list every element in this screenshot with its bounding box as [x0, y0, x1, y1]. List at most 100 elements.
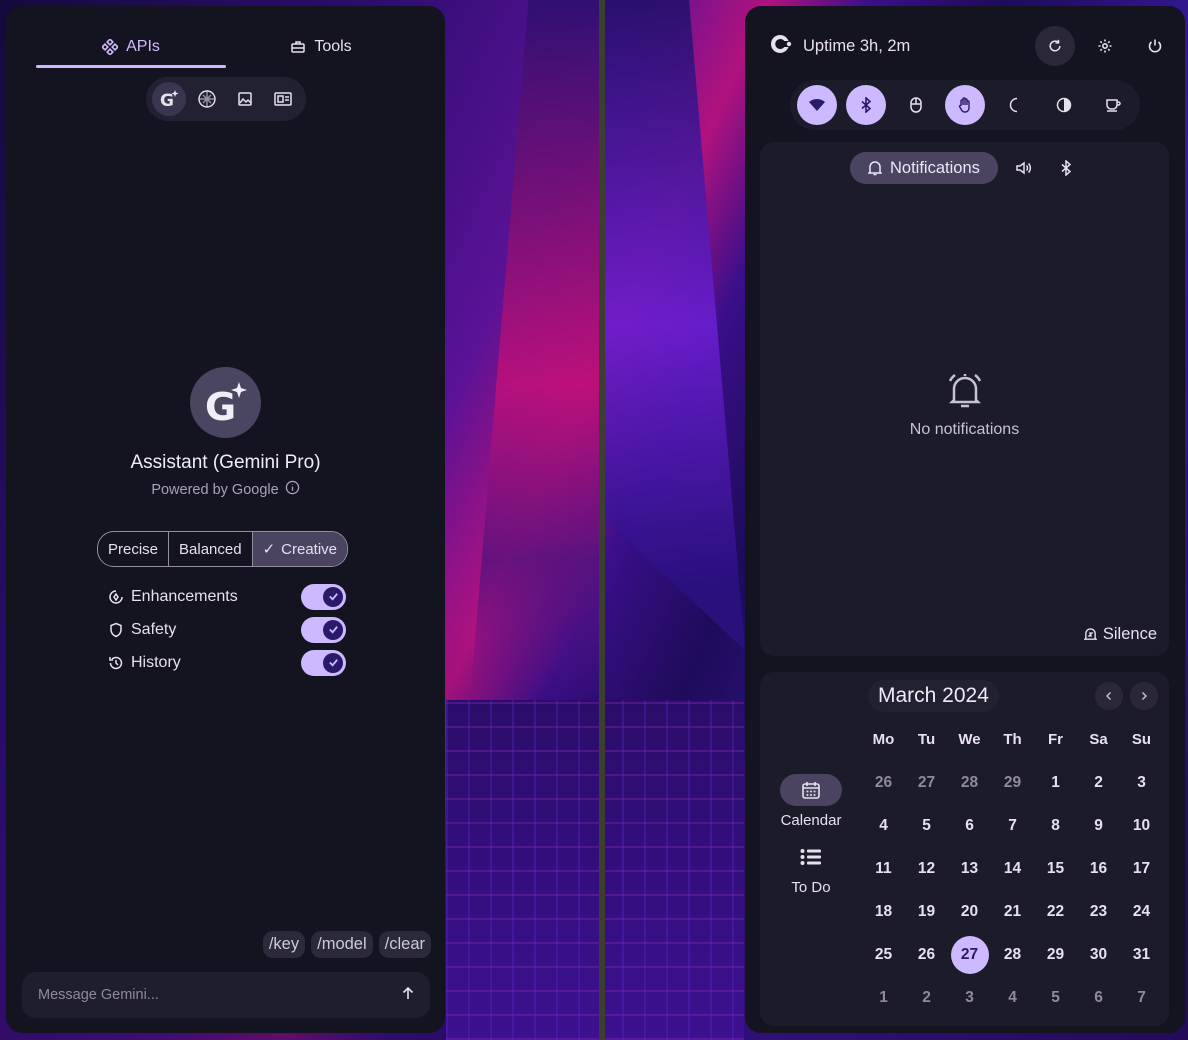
safety-toggle[interactable] — [301, 616, 346, 643]
calendar-day[interactable]: 15 — [1034, 847, 1077, 890]
calendar-day[interactable]: 7 — [1120, 976, 1163, 1019]
api-gemini-button[interactable]: G — [152, 82, 186, 116]
api-waifu-button[interactable] — [266, 82, 300, 116]
send-icon[interactable] — [400, 985, 416, 1006]
calendar-day[interactable]: 21 — [991, 890, 1034, 933]
calendar-day[interactable]: 20 — [948, 890, 991, 933]
calendar-day[interactable]: 5 — [1034, 976, 1077, 1019]
reload-button[interactable] — [1035, 26, 1075, 66]
calendar-day[interactable]: 22 — [1034, 890, 1077, 933]
silence-button[interactable]: Silence — [1083, 625, 1157, 644]
wifi-toggle[interactable] — [796, 85, 837, 125]
wifi-icon — [808, 98, 825, 111]
calendar-day[interactable]: 18 — [862, 890, 905, 933]
silence-label: Silence — [1102, 625, 1157, 643]
calendar-day[interactable]: 13 — [948, 847, 991, 890]
mode-creative-label: Creative — [281, 540, 338, 558]
calendar-day[interactable]: 6 — [1077, 976, 1120, 1019]
assistant-options: Enhancements Safety History — [108, 580, 346, 679]
weekday-header: Mo — [872, 731, 895, 748]
calendar-day[interactable]: 31 — [1120, 933, 1163, 976]
prev-month-button[interactable] — [1095, 682, 1123, 710]
calendar-day[interactable]: 11 — [862, 847, 905, 890]
settings-button[interactable] — [1085, 26, 1125, 66]
command-model-button[interactable]: /model — [311, 931, 373, 958]
bluetooth-toggle[interactable] — [846, 85, 887, 125]
tab-tools-label: Tools — [314, 38, 352, 55]
next-month-button[interactable] — [1130, 682, 1158, 710]
temperature-selector: Precise Balanced ✓ Creative — [97, 531, 349, 567]
uptime-text: Uptime 3h, 2m — [803, 36, 911, 55]
calendar-day[interactable]: 1 — [1034, 761, 1077, 804]
option-safety-label: Safety — [131, 620, 177, 638]
uptime: Uptime 3h, 2m — [767, 33, 1025, 60]
calendar-icon — [802, 782, 820, 799]
calendar-day[interactable]: 6 — [948, 804, 991, 847]
mode-creative-button[interactable]: ✓ Creative — [252, 532, 348, 566]
notifications-card: Notifications No notifications Silence — [760, 142, 1169, 656]
tab-notifications-label: Notifications — [890, 158, 980, 177]
calendar-day[interactable]: 30 — [1077, 933, 1120, 976]
api-openai-button[interactable] — [190, 82, 224, 116]
gemini-icon: G — [160, 90, 179, 109]
history-toggle[interactable] — [301, 649, 346, 676]
calendar-day[interactable]: 10 — [1120, 804, 1163, 847]
calendar-day[interactable]: 27 — [905, 761, 948, 804]
tab-bluetooth[interactable] — [1050, 152, 1082, 184]
calendar-day-today[interactable]: 27 — [948, 933, 991, 976]
idle-inhibit-toggle[interactable] — [944, 85, 985, 125]
calendar-month[interactable]: March 2024 — [868, 680, 999, 712]
nav-calendar[interactable]: Calendar — [774, 774, 848, 829]
calendar-grid: Mo Tu We Th Fr Sa Su 26 27 28 29 1 2 3 4 5 6 7 8 9 10 11 12 13 1… — [862, 718, 1164, 1019]
mode-balanced-button[interactable]: Balanced — [169, 532, 253, 566]
power-button[interactable] — [1135, 26, 1175, 66]
calendar-day[interactable]: 17 — [1120, 847, 1163, 890]
tab-audio[interactable] — [1006, 152, 1042, 184]
calendar-day[interactable]: 14 — [991, 847, 1034, 890]
calendar-day[interactable]: 4 — [991, 976, 1034, 1019]
command-key-button[interactable]: /key — [262, 931, 306, 958]
calendar-day[interactable]: 26 — [862, 761, 905, 804]
calendar-day[interactable]: 2 — [1077, 761, 1120, 804]
calendar-day[interactable]: 9 — [1077, 804, 1120, 847]
info-icon[interactable] — [285, 480, 300, 499]
calendar-day[interactable]: 29 — [991, 761, 1034, 804]
message-input[interactable] — [36, 986, 400, 1004]
mouse-toggle[interactable] — [896, 85, 936, 125]
command-clear-button[interactable]: /clear — [378, 931, 431, 958]
invert-toggle[interactable] — [1044, 85, 1084, 125]
nav-calendar-label: Calendar — [780, 812, 842, 829]
calendar-day[interactable]: 25 — [862, 933, 905, 976]
tab-apis[interactable]: APIs — [36, 26, 226, 68]
calendar-day[interactable]: 29 — [1034, 933, 1077, 976]
calendar-day[interactable]: 2 — [905, 976, 948, 1019]
mode-precise-button[interactable]: Precise — [98, 532, 170, 566]
calendar-day[interactable]: 3 — [1120, 761, 1163, 804]
calendar-day[interactable]: 28 — [991, 933, 1034, 976]
api-image-button[interactable] — [228, 82, 262, 116]
calendar-day[interactable]: 1 — [862, 976, 905, 1019]
bell-off-icon — [760, 370, 1169, 415]
night-light-toggle[interactable] — [994, 85, 1034, 125]
nav-todo[interactable]: To Do — [774, 841, 848, 896]
calendar-day[interactable]: 12 — [905, 847, 948, 890]
calendar-day[interactable]: 28 — [948, 761, 991, 804]
calendar-day[interactable]: 5 — [905, 804, 948, 847]
calendar-day[interactable]: 26 — [905, 933, 948, 976]
calendar-day[interactable]: 3 — [948, 976, 991, 1019]
tab-tools[interactable]: Tools — [226, 26, 416, 68]
calendar-day[interactable]: 23 — [1077, 890, 1120, 933]
openai-icon — [198, 90, 216, 108]
calendar-card: Calendar To Do March 2024 Mo Tu We Th Fr Sa Su… — [760, 672, 1169, 1026]
enhancements-toggle[interactable] — [301, 583, 346, 610]
image-icon — [238, 92, 252, 106]
calendar-day[interactable]: 7 — [991, 804, 1034, 847]
tab-notifications[interactable]: Notifications — [850, 152, 998, 184]
cup-icon — [1106, 99, 1121, 112]
calendar-day[interactable]: 24 — [1120, 890, 1163, 933]
calendar-day[interactable]: 4 — [862, 804, 905, 847]
coffee-toggle[interactable] — [1093, 85, 1133, 125]
calendar-day[interactable]: 19 — [905, 890, 948, 933]
calendar-day[interactable]: 16 — [1077, 847, 1120, 890]
calendar-day[interactable]: 8 — [1034, 804, 1077, 847]
